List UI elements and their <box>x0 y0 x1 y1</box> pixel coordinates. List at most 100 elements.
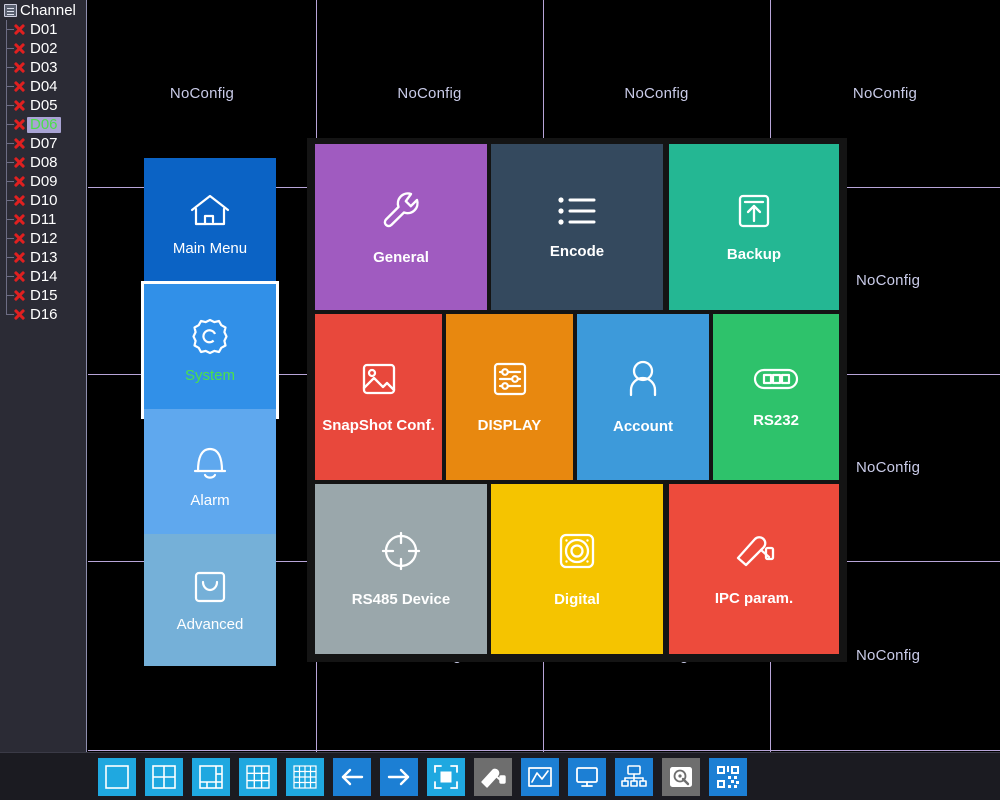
channel-item[interactable]: D09 <box>0 172 86 191</box>
channel-item[interactable]: D10 <box>0 191 86 210</box>
camera-icon <box>479 765 507 789</box>
red-x-icon <box>12 288 27 303</box>
tile-snapshot-conf[interactable]: SnapShot Conf. <box>315 314 442 480</box>
red-x-icon <box>12 193 27 208</box>
channel-sidebar: Channel D01 D02 D03 D04 D05 D06 D07 D08 D09 D10 D1… <box>0 0 87 795</box>
channel-item[interactable]: D08 <box>0 153 86 172</box>
tile-rs232[interactable]: RS232 <box>713 314 839 480</box>
list-icon <box>556 194 598 233</box>
channel-item[interactable]: D04 <box>0 77 86 96</box>
channel-item[interactable]: D14 <box>0 267 86 286</box>
channel-label: D16 <box>30 305 58 323</box>
red-x-icon <box>12 269 27 284</box>
channel-label: D09 <box>30 172 58 190</box>
nav-button-main-menu[interactable]: Main Menu <box>144 158 276 290</box>
tile-label: Digital <box>554 591 600 608</box>
lens-icon <box>556 530 598 577</box>
tray-icon <box>190 567 230 607</box>
channel-label: D08 <box>30 153 58 171</box>
channel-label: D15 <box>30 286 58 304</box>
layout-9-icon <box>245 764 271 790</box>
tile-ipc-param[interactable]: IPC param. <box>669 484 839 654</box>
grid-divider <box>88 750 1000 751</box>
layout-9-button[interactable] <box>239 757 277 796</box>
channel-label: D02 <box>30 39 58 57</box>
red-x-icon <box>12 22 27 37</box>
disk-button[interactable] <box>662 757 700 796</box>
network-button[interactable] <box>615 757 653 796</box>
layout-1-icon <box>104 764 130 790</box>
network-icon <box>621 764 647 789</box>
red-x-icon <box>12 136 27 151</box>
tile-label: Encode <box>549 243 605 260</box>
channel-item[interactable]: D02 <box>0 39 86 58</box>
red-x-icon <box>12 155 27 170</box>
layout-6-icon <box>198 764 224 790</box>
serial-icon <box>752 365 800 398</box>
image-icon <box>359 360 399 403</box>
nav-button-label: System <box>184 367 235 384</box>
layout-16-button[interactable] <box>286 757 324 796</box>
nav-button-system[interactable]: System <box>141 281 279 419</box>
channel-label: D01 <box>30 20 58 38</box>
monitor-icon <box>574 765 600 789</box>
tile-display[interactable]: DISPLAY <box>446 314 573 480</box>
tile-backup[interactable]: Backup <box>669 144 839 310</box>
next-page-button[interactable] <box>380 757 418 796</box>
fullscreen-icon <box>433 764 459 790</box>
fullscreen-button[interactable] <box>427 757 465 796</box>
layout-4-button[interactable] <box>145 757 183 796</box>
tile-general[interactable]: General <box>315 144 487 310</box>
video-cell-label: NoConfig <box>169 85 235 102</box>
tile-digital[interactable]: Digital <box>491 484 663 654</box>
qrcode-button[interactable] <box>709 757 747 796</box>
arrow-right-icon <box>386 765 412 789</box>
red-x-icon <box>12 212 27 227</box>
red-x-icon <box>12 231 27 246</box>
channel-item[interactable]: D13 <box>0 248 86 267</box>
video-cell-label: NoConfig <box>856 272 921 289</box>
camera-button[interactable] <box>474 757 512 796</box>
chart-button[interactable] <box>521 757 559 796</box>
video-cell-label: NoConfig <box>397 85 462 102</box>
nav-button-alarm[interactable]: Alarm <box>144 409 276 541</box>
tile-encode[interactable]: Encode <box>491 144 663 310</box>
channel-item[interactable]: D07 <box>0 134 86 153</box>
layout-4-icon <box>151 764 177 790</box>
channel-item[interactable]: D12 <box>0 229 86 248</box>
bottom-toolbar <box>0 752 1000 800</box>
user-icon <box>624 359 662 404</box>
tile-label: DISPLAY <box>477 417 542 434</box>
channel-item[interactable]: D11 <box>0 210 86 229</box>
channel-item[interactable]: D01 <box>0 20 86 39</box>
gear-icon <box>189 316 231 358</box>
nav-button-label: Alarm <box>190 492 230 509</box>
bell-icon <box>188 441 232 483</box>
wrench-icon <box>378 188 424 239</box>
settings-tile-panel: General Encode Backup SnapShot Conf. DIS… <box>307 138 847 662</box>
tile-label: IPC param. <box>714 590 794 607</box>
nav-button-advanced[interactable]: Advanced <box>144 534 276 666</box>
channel-item[interactable]: D03 <box>0 58 86 77</box>
channel-label: D10 <box>30 191 58 209</box>
channel-item[interactable]: D05 <box>0 96 86 115</box>
red-x-icon <box>12 98 27 113</box>
channel-item[interactable]: D16 <box>0 305 86 324</box>
channel-item[interactable]: D06 <box>0 115 86 134</box>
red-x-icon <box>12 79 27 94</box>
red-x-icon <box>12 41 27 56</box>
previous-page-button[interactable] <box>333 757 371 796</box>
nvr-live-view-screen: NoConfig NoConfig NoConfig NoConfig NoCo… <box>0 0 1000 800</box>
channel-label: D11 <box>30 210 57 228</box>
tile-account[interactable]: Account <box>577 314 709 480</box>
layout-6-button[interactable] <box>192 757 230 796</box>
tile-label: RS485 Device <box>351 591 451 608</box>
channel-item[interactable]: D15 <box>0 286 86 305</box>
channel-list: D01 D02 D03 D04 D05 D06 D07 D08 D09 D10 D11 D12 D13 D… <box>0 20 86 324</box>
layout-1-button[interactable] <box>98 757 136 796</box>
tile-rs485-device[interactable]: RS485 Device <box>315 484 487 654</box>
home-icon <box>187 191 233 231</box>
monitor-button[interactable] <box>568 757 606 796</box>
nav-button-label: Advanced <box>176 616 244 633</box>
tile-label: Account <box>613 418 673 435</box>
